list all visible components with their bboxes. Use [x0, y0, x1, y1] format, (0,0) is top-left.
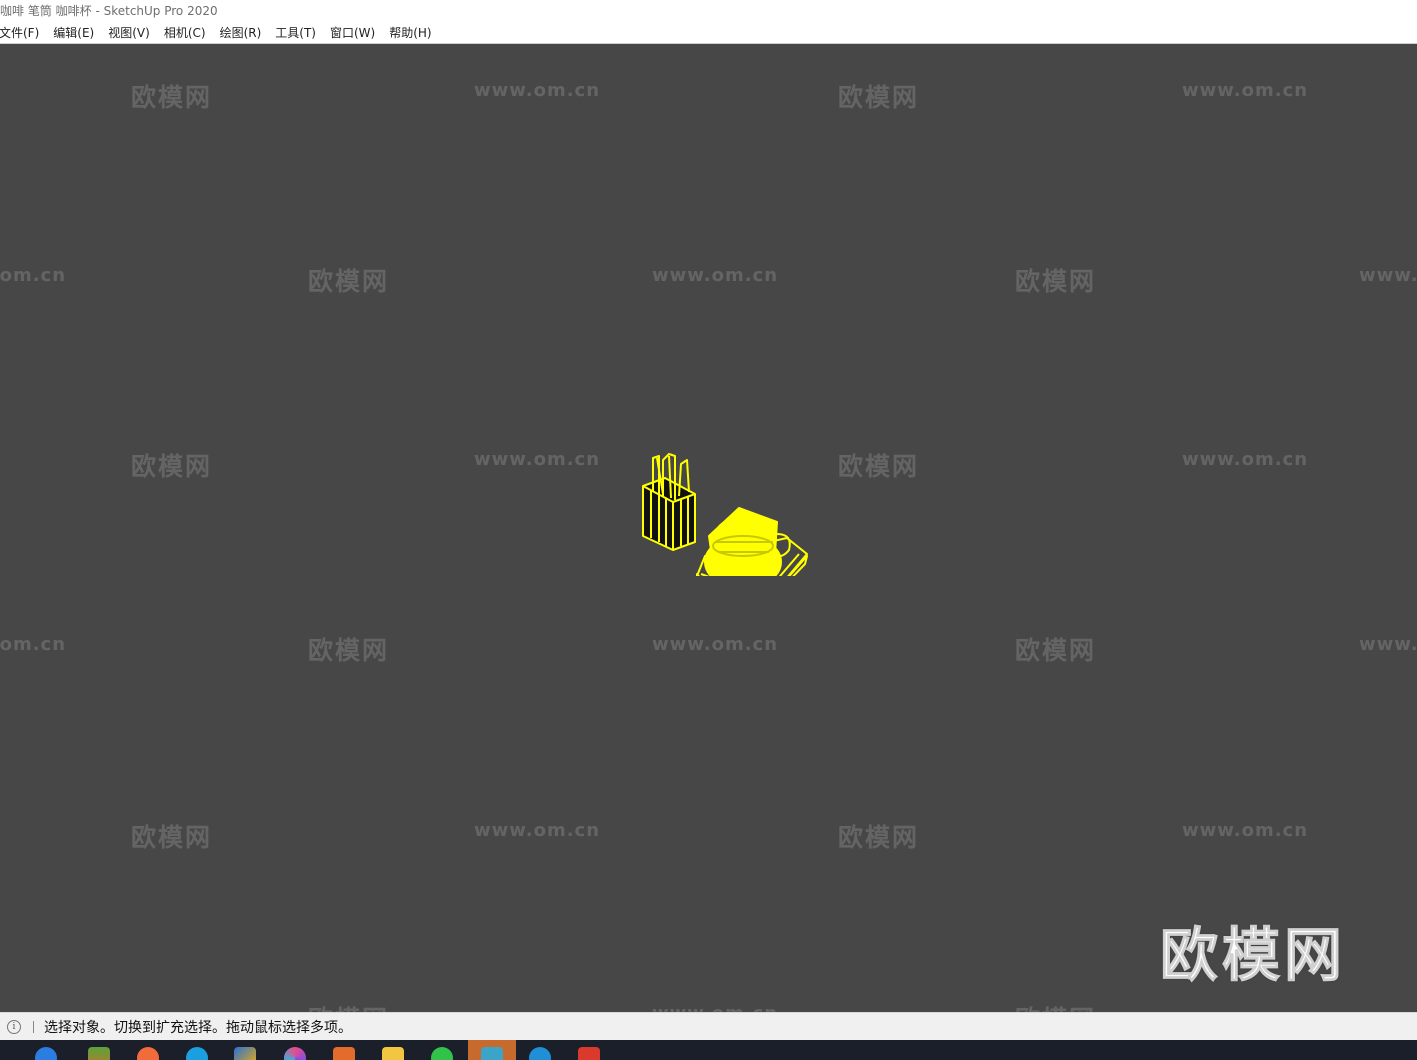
taskbar [0, 1040, 1417, 1060]
tool-icon[interactable] [333, 1047, 355, 1060]
status-bar: i 选择对象。切换到扩充选择。拖动鼠标选择多项。 [0, 1012, 1417, 1041]
status-message: 选择对象。切换到扩充选择。拖动鼠标选择多项。 [44, 1020, 352, 1036]
watermark-url: www.om.cn [1182, 449, 1309, 470]
paint-icon[interactable] [284, 1047, 306, 1060]
watermark-logo: 欧模网 [131, 823, 213, 852]
window-title: 咖啡 笔筒 咖啡杯 - SketchUp Pro 2020 [0, 0, 1417, 22]
watermark-url: www.om.cn [652, 265, 779, 286]
edge-icon[interactable] [35, 1047, 57, 1060]
watermark-logo: 欧模网 [131, 83, 213, 112]
watermark-logo: 欧模网 [131, 452, 213, 481]
menu-file[interactable]: 文件(F) [0, 23, 46, 43]
menu-edit[interactable]: 编辑(E) [46, 23, 101, 43]
menu-view[interactable]: 视图(V) [101, 23, 157, 43]
watermark-url: www.om.cn [474, 820, 601, 841]
watermark-url: www.om.cn [1182, 80, 1309, 101]
edge-new-icon[interactable] [529, 1047, 551, 1060]
watermark-url: www.om.cn [474, 449, 601, 470]
watermark-url: www.om.cn [1359, 634, 1417, 655]
watermark-url: www.om.cn [0, 634, 67, 655]
watermark-logo: 欧模网 [838, 823, 920, 852]
menu-camera[interactable]: 相机(C) [157, 23, 213, 43]
watermark-url: www.om.cn [1182, 820, 1309, 841]
watermark-url: www.om.cn [652, 634, 779, 655]
browser-icon[interactable] [186, 1047, 208, 1060]
photo-icon[interactable] [88, 1047, 110, 1060]
selected-model[interactable] [635, 446, 815, 576]
coffee-cup[interactable] [704, 507, 791, 576]
menu-help[interactable]: 帮助(H) [382, 23, 438, 43]
sketchup-icon[interactable] [481, 1047, 503, 1060]
watermark-logo: 欧模网 [838, 452, 920, 481]
watermark-logo: 欧模网 [308, 1000, 389, 1012]
folder-icon[interactable] [382, 1047, 404, 1060]
wechat-icon[interactable] [431, 1047, 453, 1060]
watermark-url: www.om.cn [652, 1003, 778, 1012]
watermark-logo: 欧模网 [1015, 267, 1097, 296]
info-icon[interactable]: i [7, 1020, 21, 1034]
drawing-viewport[interactable]: 欧模网 www.om.cn 欧模网 www.om.cn www.om.cn 欧模… [0, 44, 1417, 1012]
video-icon[interactable] [234, 1047, 256, 1060]
menu-bar: 文件(F) 编辑(E) 视图(V) 相机(C) 绘图(R) 工具(T) 窗口(W… [0, 22, 1417, 44]
watermark-logo: 欧模网 [308, 636, 390, 665]
watermark-logo: 欧模网 [1015, 1000, 1096, 1012]
menu-window[interactable]: 窗口(W) [323, 23, 382, 43]
pen-holder[interactable] [642, 453, 696, 551]
site-logo-watermark: 欧模网 [1159, 921, 1347, 990]
menu-tools[interactable]: 工具(T) [268, 23, 323, 43]
media-player-icon[interactable] [137, 1047, 159, 1060]
sketchup-red-icon[interactable] [578, 1047, 600, 1060]
watermark-url: www.om.cn [0, 265, 67, 286]
menu-draw[interactable]: 绘图(R) [213, 23, 269, 43]
watermark-logo: 欧模网 [838, 83, 920, 112]
watermark-url: www.om.cn [1359, 265, 1417, 286]
watermark-url: www.om.cn [474, 80, 601, 101]
watermark-logo: 欧模网 [308, 267, 390, 296]
status-divider [33, 1021, 34, 1033]
watermark-logo: 欧模网 [1015, 636, 1097, 665]
